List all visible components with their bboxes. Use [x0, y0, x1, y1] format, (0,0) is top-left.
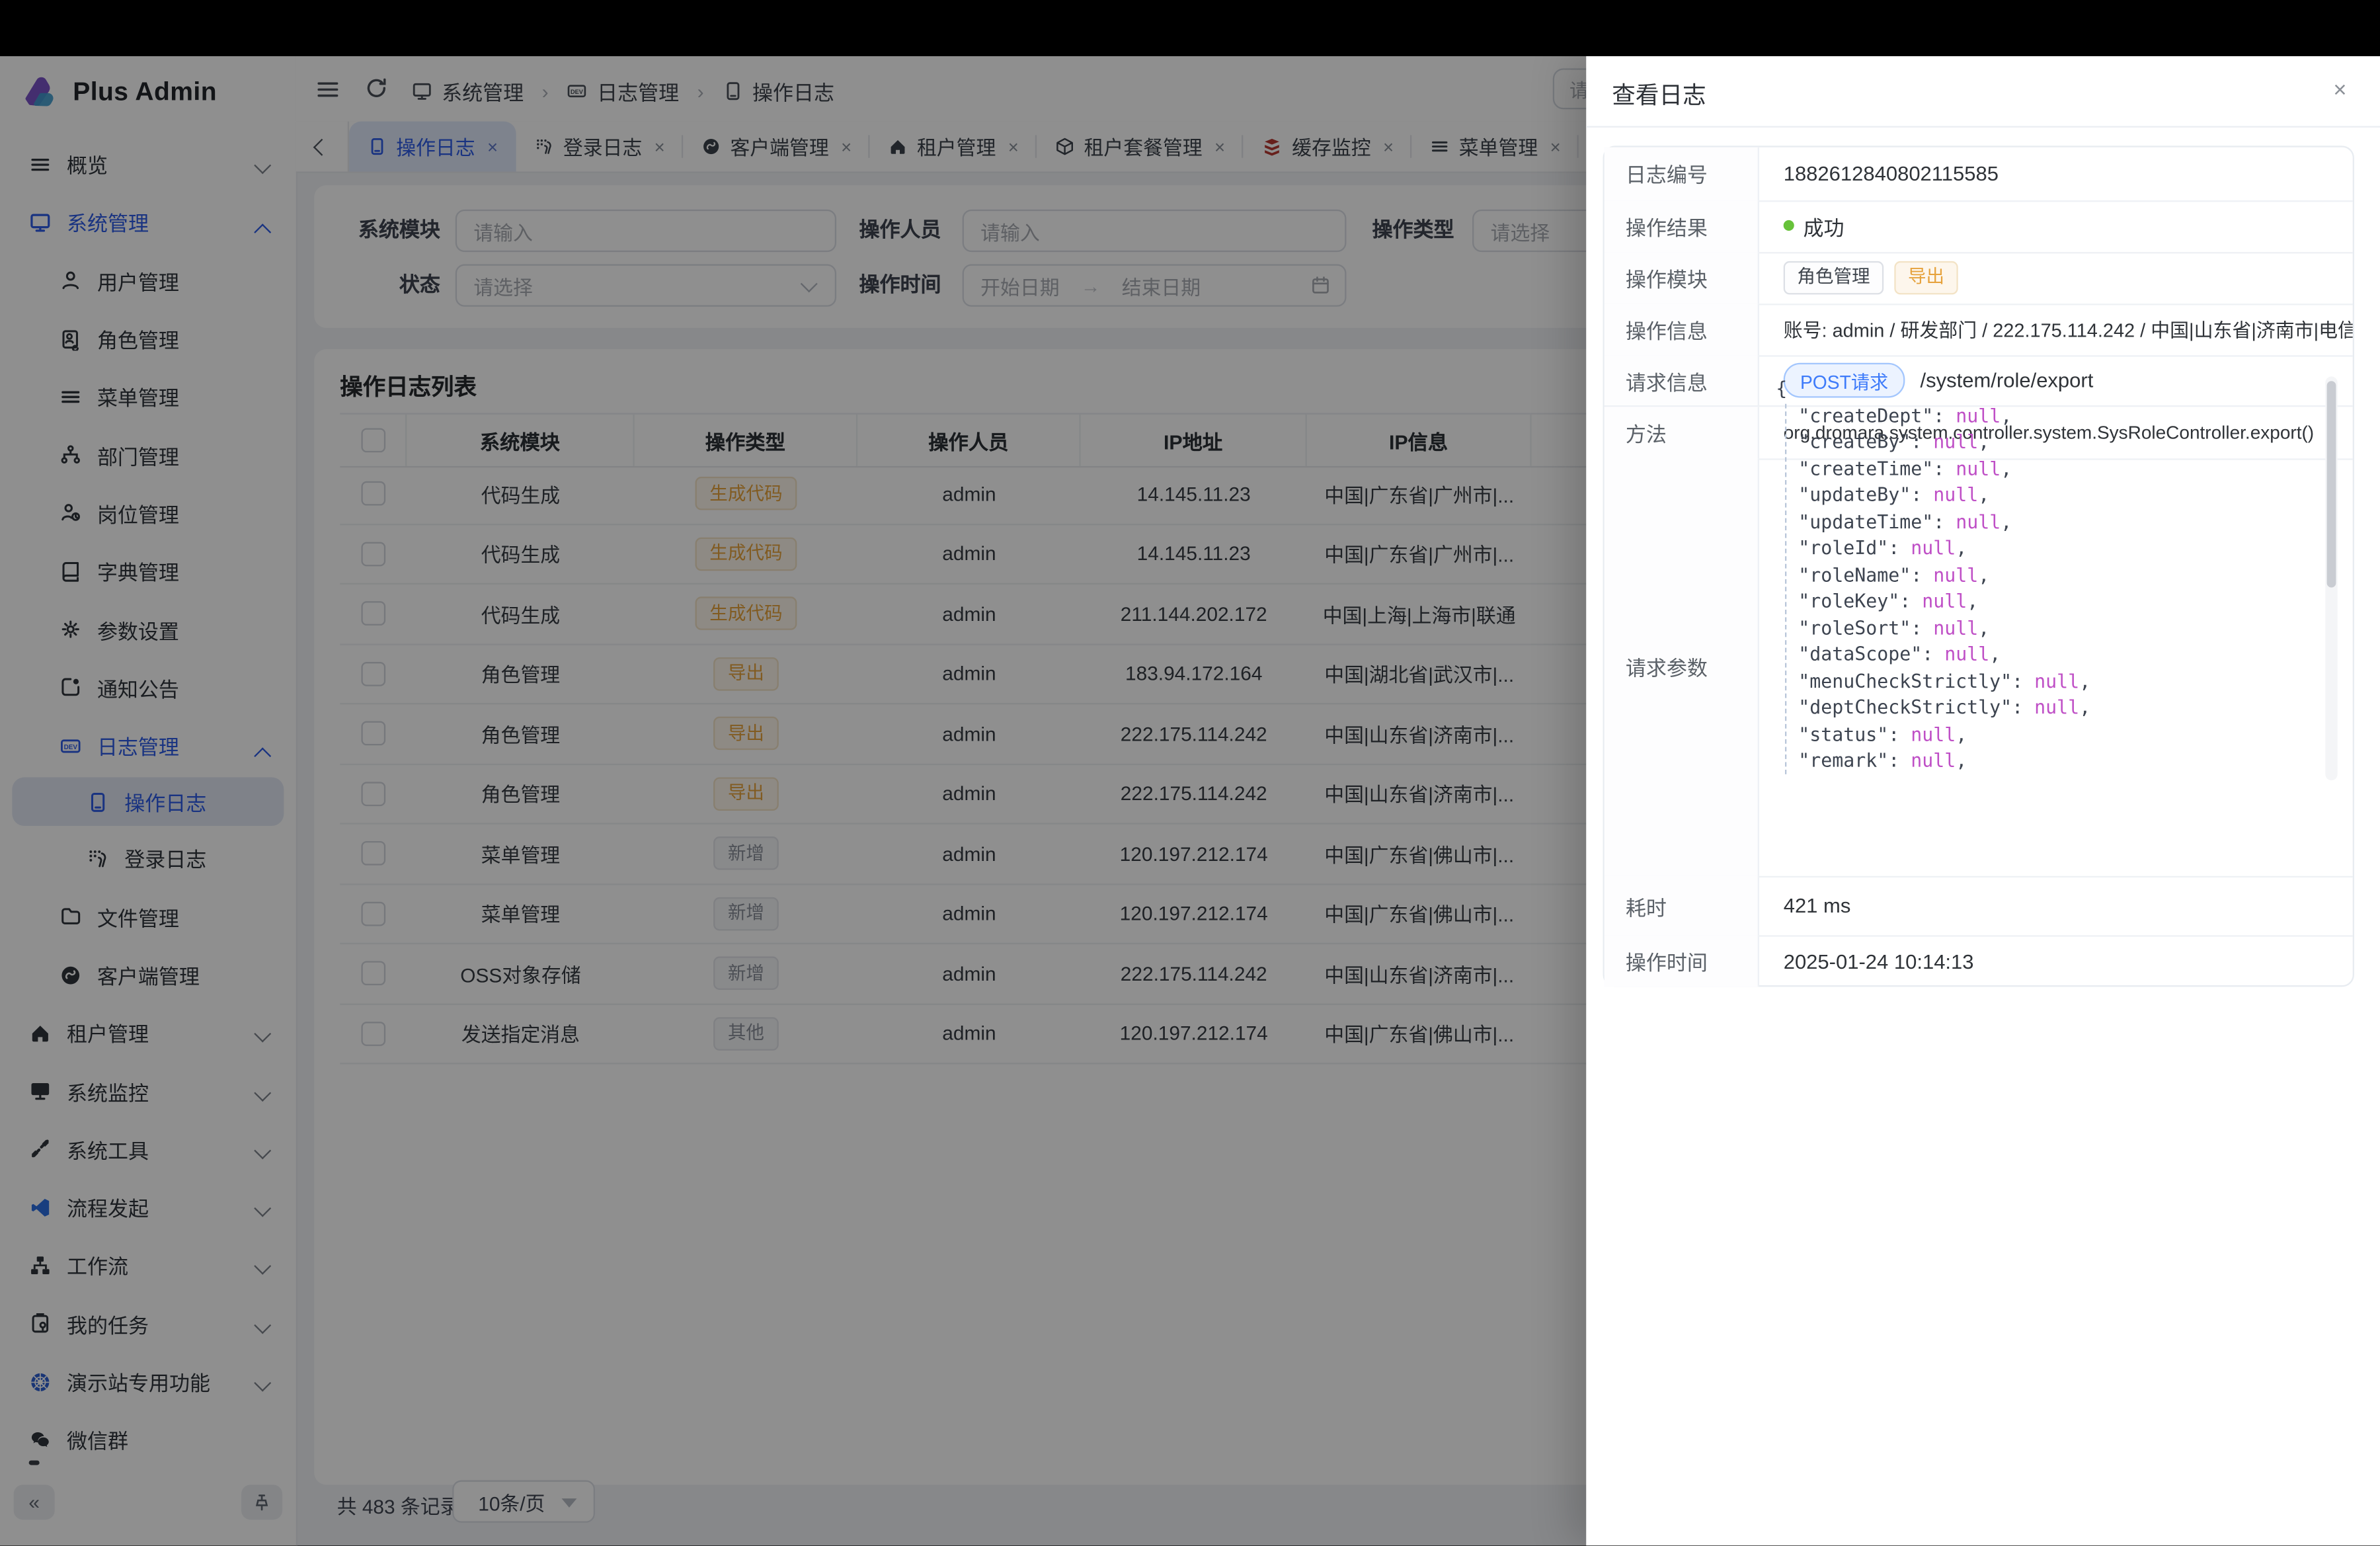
request-params-json[interactable]: { "createDept": null, "createBy": null, … — [1776, 376, 2337, 780]
field-label: 日志编号 — [1605, 147, 1759, 200]
json-line: { — [1776, 376, 2337, 403]
drawer-title: 查看日志 — [1612, 77, 1706, 111]
operation-info-value: 账号: admin / 研发部门 / 222.175.114.242 / 中国|… — [1759, 303, 2353, 354]
action-tag: 导出 — [1894, 261, 1958, 294]
result-value: 成功 — [1759, 200, 2353, 251]
json-line: "roleName": null, — [1776, 563, 2337, 589]
field-label: 操作信息 — [1605, 303, 1759, 354]
operation-time-value: 2025-01-24 10:14:13 — [1759, 936, 2353, 987]
field-label: 耗时 — [1605, 875, 1759, 936]
json-line: "createTime": null, — [1776, 456, 2337, 483]
cost-value: 421 ms — [1759, 875, 2353, 936]
json-line: "updateTime": null, — [1776, 509, 2337, 536]
field-label: 操作模块 — [1605, 251, 1759, 303]
json-line: "roleSort": null, — [1776, 616, 2337, 642]
log-id-value: 1882612840802115585 — [1759, 147, 2353, 200]
json-line: "roleKey": null, — [1776, 589, 2337, 616]
json-line: "dataScope": null, — [1776, 642, 2337, 669]
drawer-header-divider — [1586, 126, 2380, 128]
json-line: "menuCheckStrictly": null, — [1776, 669, 2337, 695]
json-line: "createBy": null, — [1776, 430, 2337, 456]
module-tag: 角色管理 — [1784, 261, 1884, 294]
json-line: "remark": null, — [1776, 749, 2337, 775]
json-line: "deptCheckStrictly": null, — [1776, 696, 2337, 722]
view-log-drawer: 查看日志 × 日志编号 1882612840802115585 操作结果 成功 … — [1586, 56, 2380, 1545]
screen: Plus Admin 概览 系统管理 用户管理 — [0, 0, 2380, 1545]
json-line: "updateBy": null, — [1776, 483, 2337, 509]
json-scrollbar-thumb[interactable] — [2327, 381, 2336, 587]
field-label: 请求参数 — [1605, 458, 1759, 875]
screen-top-strip — [0, 0, 2380, 56]
json-line: "status": null, — [1776, 722, 2337, 749]
json-indent-guide — [1785, 404, 1786, 774]
success-dot-icon — [1784, 220, 1794, 231]
field-label: 操作结果 — [1605, 200, 1759, 251]
field-label: 方法 — [1605, 406, 1759, 458]
json-line: "roleId": null, — [1776, 536, 2337, 562]
json-line: "createDept": null, — [1776, 403, 2337, 430]
close-icon[interactable]: × — [2333, 79, 2346, 101]
field-label: 操作时间 — [1605, 936, 1759, 987]
module-value: 角色管理 导出 — [1759, 251, 2353, 303]
field-label: 请求信息 — [1605, 354, 1759, 406]
